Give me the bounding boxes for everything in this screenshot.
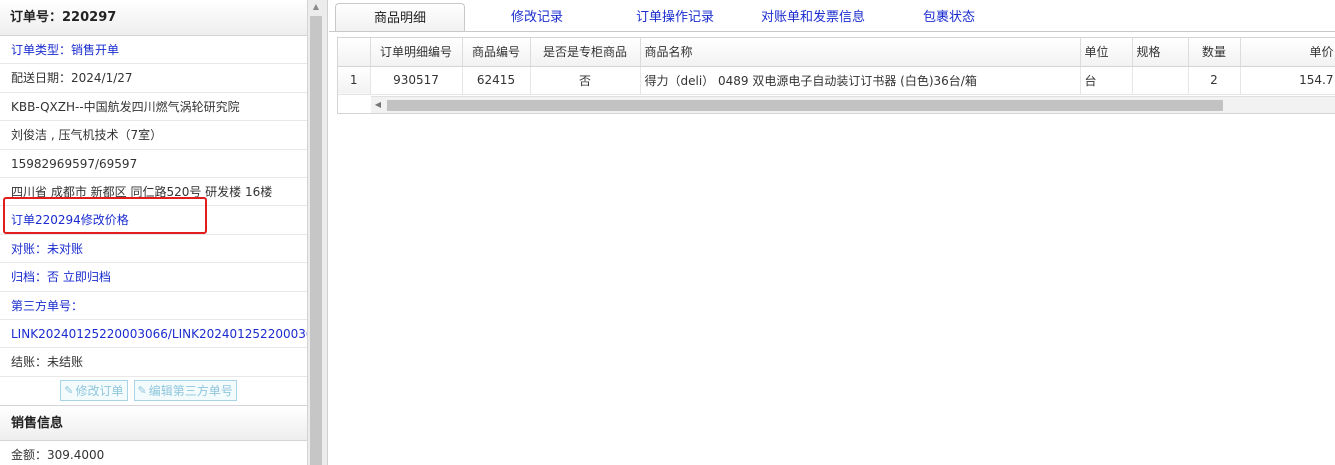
third-party-label-row: 第三方单号：: [0, 292, 307, 320]
scroll-left-arrow-icon[interactable]: ◀: [373, 100, 383, 110]
customer-name: KBB-QXZH--中国航发四川燃气涡轮研究院: [11, 99, 240, 114]
settle-label: 结账：: [11, 355, 48, 370]
left-panel-scrollbar[interactable]: ▲: [308, 0, 328, 465]
scrollbar-thumb[interactable]: [310, 16, 322, 465]
unit-cell: 台: [1080, 66, 1133, 95]
tab-package-status[interactable]: 包裹状态: [899, 3, 999, 32]
archive-value: 否: [47, 270, 60, 285]
spec-cell: [1132, 66, 1189, 95]
third-party-label: 第三方单号：: [11, 298, 84, 313]
qty-cell: 2: [1188, 66, 1241, 95]
third-party-value-row: LINK20240125220003066/LINK20240125220003…: [0, 320, 307, 349]
modify-note: 订单220294修改价格: [11, 213, 129, 228]
order-number-header: 订单号：220297: [0, 0, 307, 36]
order-action-buttons: ✎ 修改订单 ✎ 编辑第三方单号: [0, 377, 307, 406]
order-type-value: 销售开单: [71, 43, 120, 57]
detail-no-cell: 930517: [370, 66, 463, 95]
tab-divider: [329, 31, 1335, 32]
column-header-product-name[interactable]: 商品名称: [640, 38, 1081, 67]
product-table: 订单明细编号 商品编号 是否是专柜商品 商品名称 单位 规格 数量 单价 1 9…: [338, 38, 1335, 95]
delivery-address: 四川省 成都市 新都区 同仁路520号 研发楼 16楼: [11, 184, 273, 199]
contact-name: 刘俊洁 , 压气机技术（7室）: [11, 128, 163, 143]
tab-statement-invoice[interactable]: 对账单和发票信息: [743, 3, 883, 32]
is-counter-cell: 否: [530, 66, 641, 95]
grid-horizontal-scrollbar[interactable]: ◀: [371, 96, 1335, 113]
delivery-date-label: 配送日期：: [11, 71, 72, 86]
amount-value: 309.4000: [47, 447, 105, 462]
reconcile-value: 未对账: [47, 241, 84, 256]
order-number-value: 220297: [62, 10, 117, 25]
address-row: 四川省 成都市 新都区 同仁路520号 研发楼 16楼: [0, 178, 307, 207]
archive-label: 归档：: [11, 270, 48, 285]
settle-value: 未结账: [47, 355, 84, 370]
scroll-up-arrow-icon[interactable]: ▲: [311, 2, 321, 12]
modify-order-button[interactable]: ✎ 修改订单: [60, 380, 128, 402]
table-row[interactable]: 1 930517 62415 否 得力（deli） 0489 双电源电子自动装订…: [338, 66, 1335, 95]
product-detail-grid: 订单明细编号 商品编号 是否是专柜商品 商品名称 单位 规格 数量 单价 1 9…: [337, 37, 1335, 114]
price-cell: 154.7: [1240, 66, 1335, 95]
phone-row: 15982969597/69597: [0, 150, 307, 178]
row-number: 1: [338, 66, 371, 95]
reconcile-row: 对账：未对账: [0, 235, 307, 264]
order-detail-area: 商品明细 修改记录 订单操作记录 对账单和发票信息 包裹状态 订单明细编号 商品…: [329, 0, 1335, 465]
reconcile-label: 对账：: [11, 241, 48, 256]
amount-label: 金额：: [11, 447, 48, 462]
column-header-price[interactable]: 单价: [1240, 38, 1335, 67]
detail-tabs: 商品明细 修改记录 订单操作记录 对账单和发票信息 包裹状态: [329, 0, 1335, 32]
tab-operation-records[interactable]: 订单操作记录: [615, 3, 735, 32]
column-header-detail-no[interactable]: 订单明细编号: [370, 38, 463, 67]
product-no-link[interactable]: 62415: [462, 66, 531, 95]
delivery-date-value: 2024/1/27: [71, 71, 133, 86]
customer-row: KBB-QXZH--中国航发四川燃气涡轮研究院: [0, 93, 307, 122]
edit-icon: ✎: [64, 384, 74, 398]
edit-icon: ✎: [137, 384, 147, 398]
column-header-qty[interactable]: 数量: [1188, 38, 1241, 67]
order-info-panel: 订单号：220297 订单类型：销售开单 配送日期：2024/1/27 KBB-…: [0, 0, 308, 465]
tab-product-details[interactable]: 商品明细: [335, 3, 465, 32]
column-header-product-no[interactable]: 商品编号: [462, 38, 531, 67]
modify-note-row: 订单220294修改价格: [0, 206, 307, 235]
edit-third-party-label: 编辑第三方单号: [148, 384, 233, 399]
delivery-date-row: 配送日期：2024/1/27: [0, 64, 307, 93]
phone-number: 15982969597/69597: [11, 156, 138, 171]
order-type-label: 订单类型：: [11, 43, 72, 57]
third-party-order-number: LINK20240125220003066/LINK20240125220003…: [11, 326, 307, 341]
order-number-label: 订单号：: [10, 10, 63, 25]
edit-third-party-button[interactable]: ✎ 编辑第三方单号: [133, 380, 237, 402]
amount-row: 金额：309.4000: [0, 441, 307, 465]
column-header-rownum: [338, 38, 371, 67]
column-header-unit[interactable]: 单位: [1080, 38, 1133, 67]
order-type-row: 订单类型：销售开单: [0, 36, 307, 65]
archive-row: 归档：否 立即归档: [0, 263, 307, 292]
product-name-link[interactable]: 得力（deli） 0489 双电源电子自动装订订书器 (白色)36台/箱: [640, 66, 1081, 95]
horizontal-scrollbar-thumb[interactable]: [387, 100, 1223, 111]
column-header-spec[interactable]: 规格: [1132, 38, 1189, 67]
table-header-row: 订单明细编号 商品编号 是否是专柜商品 商品名称 单位 规格 数量 单价: [338, 38, 1335, 67]
column-header-is-counter[interactable]: 是否是专柜商品: [530, 38, 641, 67]
settle-row: 结账：未结账: [0, 348, 307, 377]
sales-info-header: 销售信息: [0, 406, 307, 441]
contact-row: 刘俊洁 , 压气机技术（7室）: [0, 121, 307, 150]
archive-now-link[interactable]: 立即归档: [63, 270, 111, 284]
modify-order-label: 修改订单: [75, 384, 124, 399]
tab-modify-records[interactable]: 修改记录: [479, 3, 595, 32]
